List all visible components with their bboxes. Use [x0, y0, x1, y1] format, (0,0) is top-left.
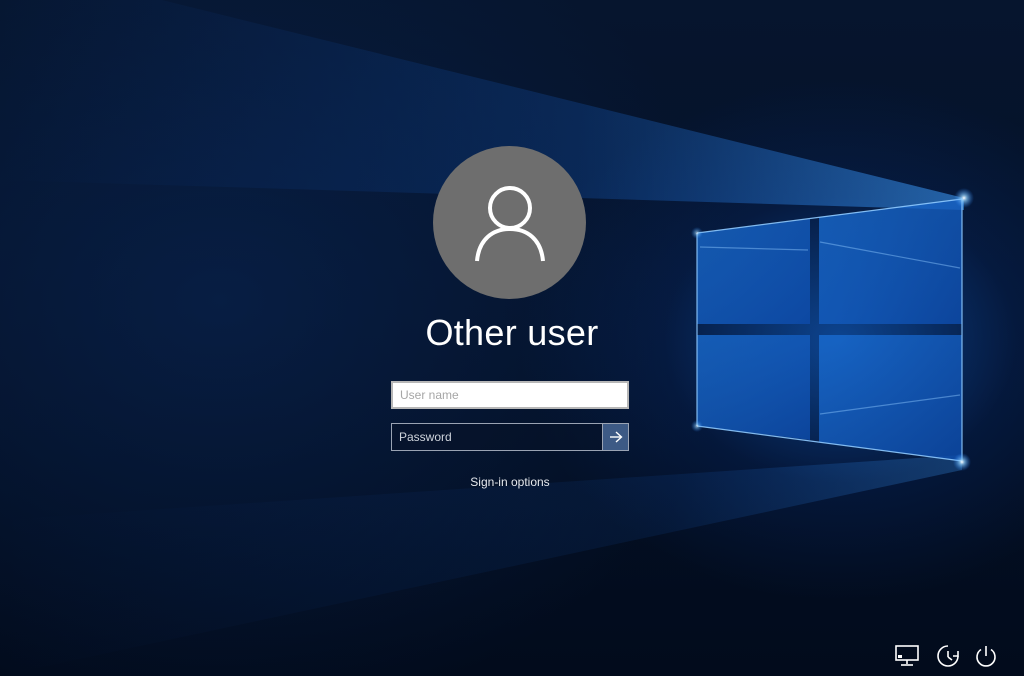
user-silhouette-icon [474, 185, 545, 261]
login-panel: Other user Sign-in options [0, 0, 1024, 676]
lock-screen: Other user Sign-in options [0, 0, 1024, 676]
sign-in-options-link[interactable]: Sign-in options [412, 475, 608, 489]
user-display-name: Other user [425, 312, 599, 353]
arrow-right-icon [609, 431, 623, 443]
username-input[interactable] [391, 381, 629, 409]
network-button[interactable] [894, 643, 920, 669]
submit-button[interactable] [602, 424, 628, 450]
password-input[interactable] [392, 424, 602, 450]
power-button[interactable] [973, 643, 999, 669]
ease-of-access-icon [937, 645, 959, 667]
ease-of-access-button[interactable] [935, 643, 961, 669]
user-avatar [433, 146, 586, 299]
power-icon [976, 646, 996, 667]
network-icon [895, 645, 919, 666]
password-field-group [391, 423, 629, 451]
